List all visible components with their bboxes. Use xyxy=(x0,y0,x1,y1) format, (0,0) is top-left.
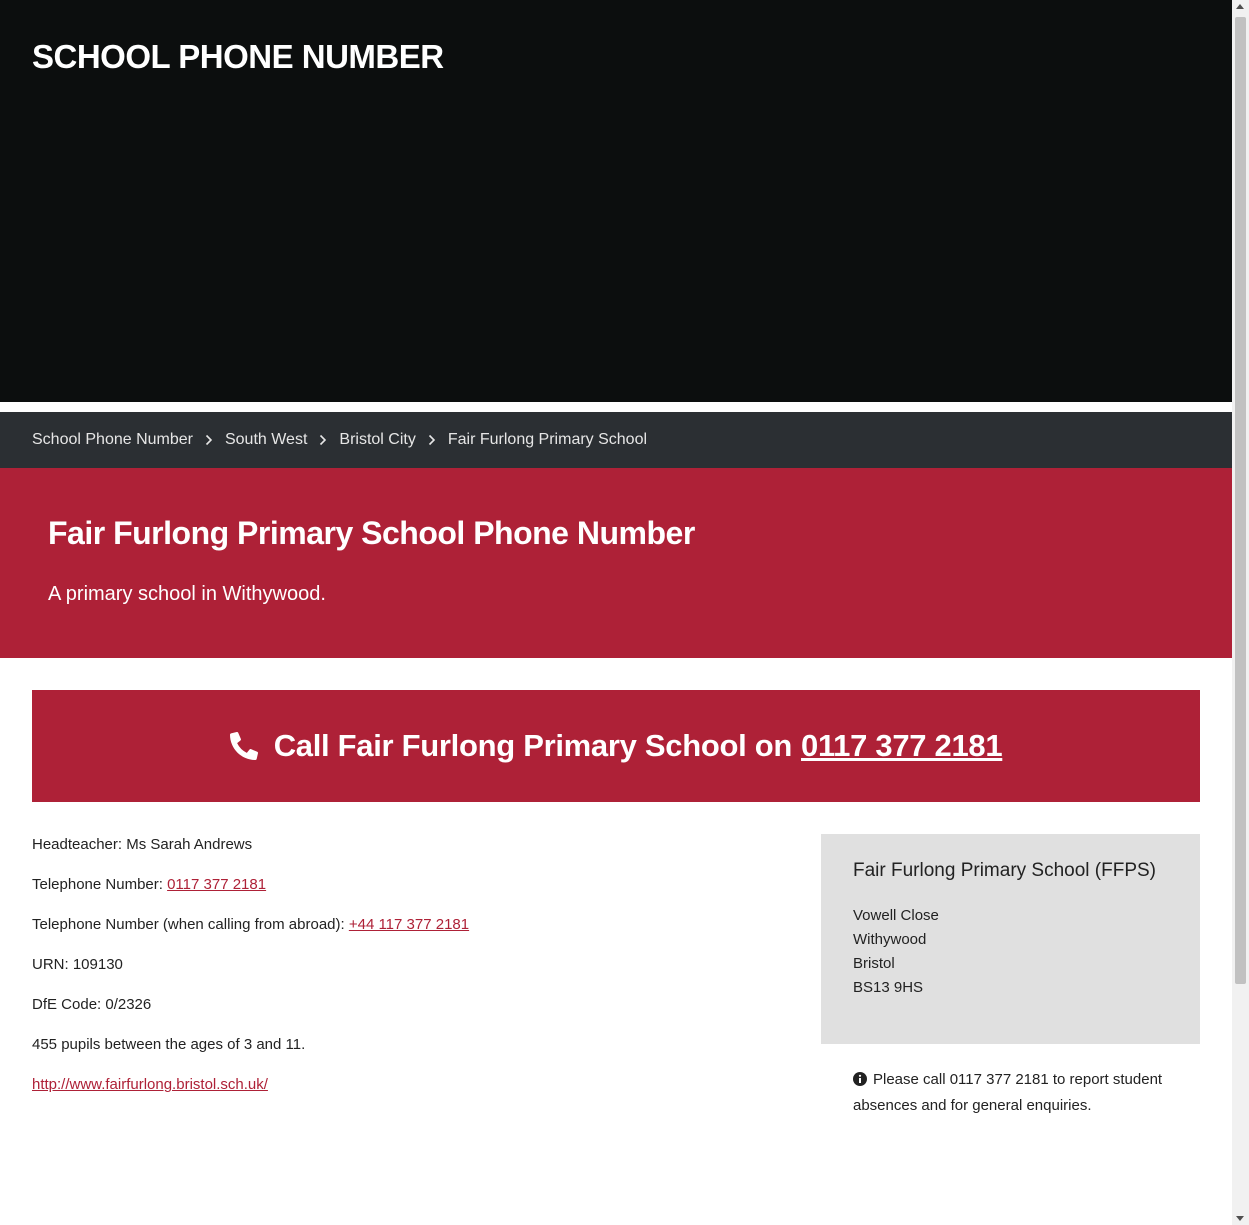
notice: Please call 0117 377 2181 to report stud… xyxy=(853,1068,1183,1118)
telephone-abroad-link[interactable]: +44 117 377 2181 xyxy=(349,916,469,933)
headteacher: Headteacher: Ms Sarah Andrews xyxy=(32,836,253,853)
dfe-code: DfE Code: 0/2326 xyxy=(32,996,152,1013)
notice-text: Please call 0117 377 2181 to report stud… xyxy=(853,1071,1163,1114)
scrollbar-thumb[interactable] xyxy=(1235,17,1246,984)
call-banner: Call Fair Furlong Primary School on 0117… xyxy=(32,690,1200,802)
call-banner-content: Call Fair Furlong Primary School on 0117… xyxy=(229,728,1003,764)
scroll-up-arrow-icon[interactable] xyxy=(1236,4,1244,9)
telephone-line: Telephone Number: 0117 377 2181 xyxy=(32,874,792,914)
website-line: http://www.fairfurlong.bristol.sch.uk/ xyxy=(32,1074,792,1114)
scroll-down-arrow-icon[interactable] xyxy=(1236,1216,1244,1221)
chevron-right-icon xyxy=(428,434,436,446)
address-school-name: Fair Furlong Primary School (FFPS) xyxy=(853,860,1157,881)
address-line: Bristol xyxy=(853,955,895,972)
telephone-link[interactable]: 0117 377 2181 xyxy=(167,876,266,893)
call-banner-text: Call Fair Furlong Primary School on xyxy=(273,728,793,763)
phone-icon xyxy=(229,732,258,760)
address-card: Fair Furlong Primary School (FFPS) Vowel… xyxy=(821,834,1200,1044)
hero: Fair Furlong Primary School Phone Number… xyxy=(0,468,1232,658)
breadcrumb-item-current: Fair Furlong Primary School xyxy=(447,431,648,448)
breadcrumb-item-city[interactable]: Bristol City xyxy=(339,431,415,449)
site-header: SCHOOL PHONE NUMBER xyxy=(0,0,1232,402)
breadcrumb: School Phone Number South West Bristol C… xyxy=(0,412,1232,468)
info-icon xyxy=(853,1070,867,1094)
page-subtitle: A primary school in Withywood. xyxy=(48,583,326,605)
address-line: Vowell Close xyxy=(853,907,939,924)
school-details: Headteacher: Ms Sarah Andrews Telephone … xyxy=(32,834,792,1114)
breadcrumb-item-region[interactable]: South West xyxy=(225,431,307,449)
address-postcode: BS13 9HS xyxy=(853,979,924,996)
chevron-right-icon xyxy=(205,434,213,446)
urn: URN: 109130 xyxy=(32,956,123,973)
telephone-label: Telephone Number: xyxy=(32,876,168,893)
telephone-abroad-label: Telephone Number (when calling from abro… xyxy=(32,916,349,933)
page-title: Fair Furlong Primary School Phone Number xyxy=(48,515,695,551)
address-line: Withywood xyxy=(853,931,927,948)
site-title[interactable]: SCHOOL PHONE NUMBER xyxy=(32,38,444,76)
chevron-right-icon xyxy=(319,434,327,446)
breadcrumb-item-home[interactable]: School Phone Number xyxy=(32,431,193,449)
telephone-abroad-line: Telephone Number (when calling from abro… xyxy=(32,914,792,954)
vertical-scrollbar[interactable] xyxy=(1232,0,1249,1225)
call-phone-link[interactable]: 0117 377 2181 xyxy=(801,728,1003,764)
page: SCHOOL PHONE NUMBER School Phone Number … xyxy=(0,0,1232,1225)
website-link[interactable]: http://www.fairfurlong.bristol.sch.uk/ xyxy=(32,1076,268,1093)
pupil-count: 455 pupils between the ages of 3 and 11. xyxy=(32,1036,306,1053)
